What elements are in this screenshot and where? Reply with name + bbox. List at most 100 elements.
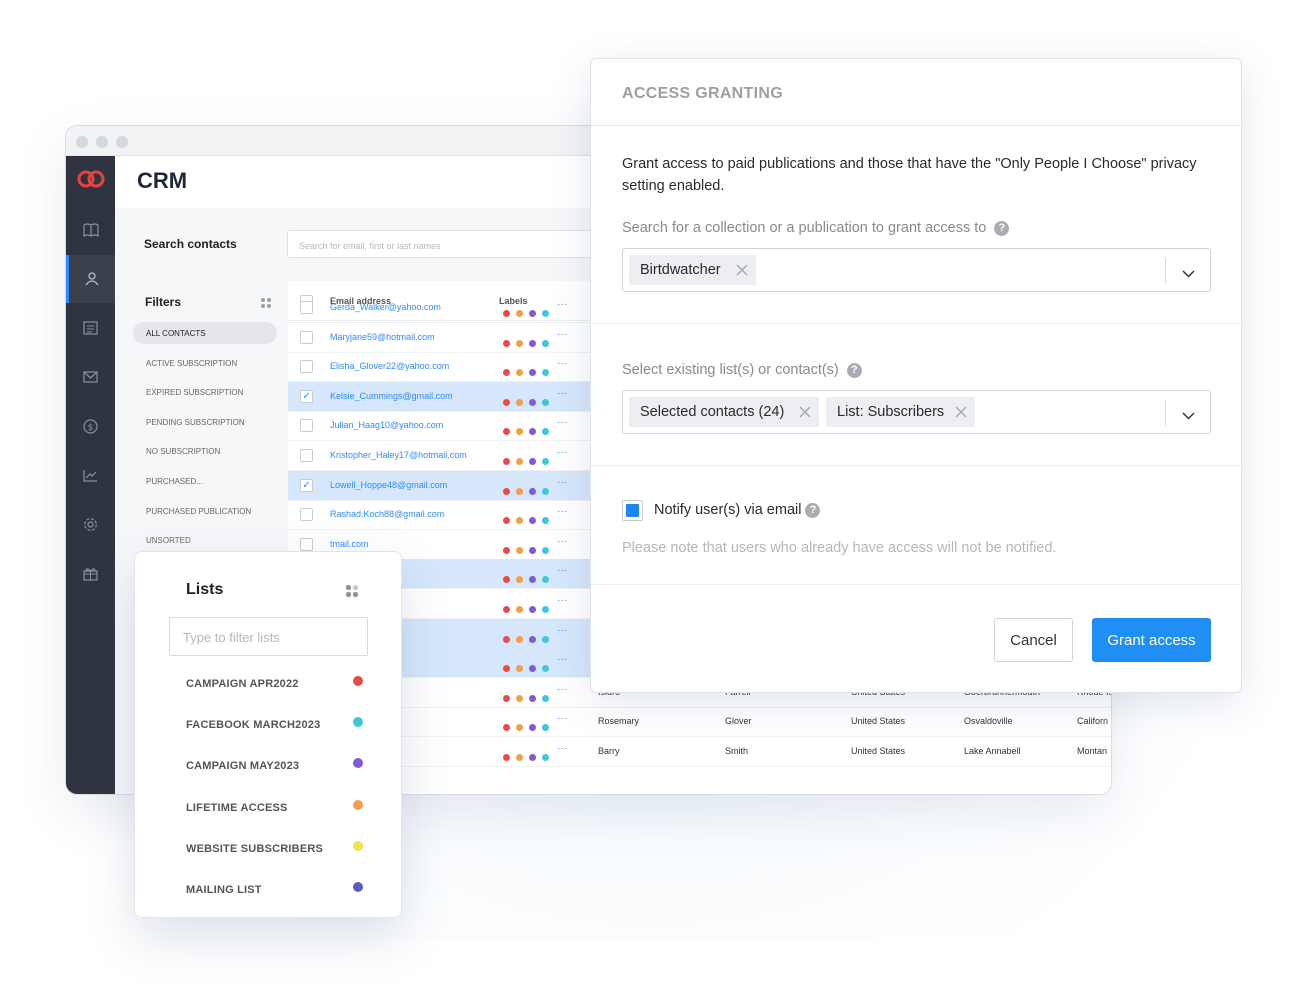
row-city: Lake Annabell	[964, 746, 1021, 756]
list-item[interactable]: CAMPAIGN APR2022	[186, 674, 366, 694]
remove-chip-icon[interactable]	[736, 264, 748, 280]
filter-item[interactable]: PURCHASED...	[133, 470, 277, 492]
table-row[interactable]: s@gmail.com···BarrySmithUnited StatesLak…	[288, 737, 1111, 767]
filter-item[interactable]: NO SUBSCRIPTION	[133, 440, 277, 462]
list-item[interactable]: LIFETIME ACCESS	[186, 798, 366, 818]
dollar-icon[interactable]: $	[66, 402, 115, 450]
list-item[interactable]: CAMPAIGN MAY2023	[186, 756, 366, 776]
label-dot	[503, 694, 510, 702]
label-dot	[542, 754, 549, 761]
book-icon[interactable]	[66, 206, 115, 254]
gear-icon[interactable]	[66, 500, 115, 548]
help-icon[interactable]: ?	[994, 221, 1010, 236]
row-checkbox[interactable]	[300, 508, 313, 522]
row-email[interactable]: Julian_Haag10@yahoo.com	[330, 420, 443, 430]
row-labels	[503, 393, 555, 411]
more-labels-button[interactable]: ···	[557, 536, 567, 547]
remove-chip-icon[interactable]	[799, 406, 811, 422]
lists-settings-icon[interactable]	[345, 584, 359, 603]
checkbox-fill	[626, 504, 639, 517]
more-labels-button[interactable]: ···	[557, 477, 567, 488]
gift-icon[interactable]	[66, 549, 115, 597]
list-item[interactable]: MAILING LIST	[186, 880, 366, 900]
row-labels	[503, 630, 555, 648]
filter-item[interactable]: PURCHASED PUBLICATION	[133, 500, 277, 522]
label-dot	[529, 754, 536, 761]
row-checkbox[interactable]	[300, 449, 313, 462]
label-dot	[503, 635, 510, 643]
label-dot	[542, 369, 549, 377]
help-icon[interactable]: ?	[805, 503, 821, 518]
filter-item[interactable]: PENDING SUBSCRIPTION	[133, 411, 277, 433]
more-labels-button[interactable]: ···	[557, 447, 567, 458]
label-dot	[516, 517, 523, 525]
help-icon[interactable]: ?	[846, 363, 862, 378]
row-checkbox[interactable]	[300, 537, 313, 551]
grant-access-button[interactable]: Grant access	[1092, 618, 1211, 662]
search-input[interactable]: Search for email, first or last names	[287, 230, 607, 258]
more-labels-button[interactable]: ···	[557, 684, 567, 695]
logo-icon[interactable]	[66, 168, 115, 194]
notify-label: Notify user(s) via email?	[654, 502, 821, 518]
row-checkbox[interactable]	[300, 301, 313, 314]
mail-icon[interactable]	[66, 353, 115, 401]
more-labels-button[interactable]: ···	[557, 654, 567, 665]
row-checkbox[interactable]	[300, 360, 313, 374]
filter-item[interactable]: EXPIRED SUBSCRIPTION	[133, 381, 277, 403]
chevron-down-icon[interactable]	[1182, 407, 1195, 425]
lists-filter-input[interactable]: Type to filter lists	[169, 617, 368, 656]
filter-item[interactable]: ALL CONTACTS	[133, 322, 277, 344]
list-icon[interactable]	[66, 304, 115, 352]
label-dot	[503, 517, 510, 525]
list-color-dot	[353, 840, 363, 851]
more-labels-button[interactable]: ···	[557, 565, 567, 576]
list-color-dot	[353, 717, 363, 728]
section-divider	[591, 465, 1241, 466]
more-labels-button[interactable]: ···	[557, 506, 567, 517]
row-email[interactable]: Maryjane59@hotmail.com	[330, 332, 435, 342]
more-labels-button[interactable]: ···	[557, 358, 567, 369]
remove-chip-icon[interactable]	[955, 406, 967, 422]
label-dot	[516, 665, 523, 673]
lists-contacts-select[interactable]: Selected contacts (24) List: Subscribers	[622, 390, 1211, 434]
row-email[interactable]: tmail.com	[330, 539, 369, 549]
chevron-down-icon[interactable]	[1182, 265, 1195, 283]
more-labels-button[interactable]: ···	[557, 625, 567, 636]
collection-select[interactable]: Birtdwatcher	[622, 248, 1211, 292]
more-labels-button[interactable]: ···	[557, 329, 567, 340]
label-dot	[529, 310, 536, 317]
row-email[interactable]: Kelsie_Cummings@gmail.com	[330, 391, 453, 401]
filter-item[interactable]: ACTIVE SUBSCRIPTION	[133, 352, 277, 374]
list-item-name: FACEBOOK MARCH2023	[186, 719, 321, 732]
row-email[interactable]: Gerda_Walker@yahoo.com	[330, 302, 441, 312]
list-color-dot	[353, 758, 363, 769]
filter-item[interactable]: UNSORTED	[133, 529, 277, 551]
list-item-name: WEBSITE SUBSCRIBERS	[186, 842, 324, 855]
more-labels-button[interactable]: ···	[557, 417, 567, 428]
collection-chip-label: Birtdwatcher	[640, 262, 721, 278]
table-row[interactable]: @yahoo.com···RosemaryGloverUnited States…	[288, 707, 1111, 738]
users-icon[interactable]	[66, 255, 115, 303]
more-labels-button[interactable]: ···	[557, 713, 567, 724]
row-email[interactable]: Rashad.Koch88@gmail.com	[330, 509, 444, 519]
list-item[interactable]: FACEBOOK MARCH2023	[186, 715, 366, 735]
more-labels-button[interactable]: ···	[557, 299, 567, 310]
more-labels-button[interactable]: ···	[557, 388, 567, 399]
chart-icon[interactable]	[66, 451, 115, 499]
row-email[interactable]: Lowell_Hoppe48@gmail.com	[330, 480, 447, 490]
row-email[interactable]: Elisha_Glover22@yahoo.com	[330, 361, 449, 371]
more-labels-button[interactable]: ···	[557, 743, 567, 754]
row-labels	[503, 689, 555, 707]
more-labels-button[interactable]: ···	[557, 595, 567, 606]
row-email[interactable]: Kristopher_Haley17@hotmail.com	[330, 450, 467, 460]
label-dot	[542, 694, 549, 702]
notify-checkbox[interactable]	[622, 500, 643, 521]
list-item[interactable]: WEBSITE SUBSCRIBERS	[186, 839, 366, 859]
cancel-button[interactable]: Cancel	[994, 618, 1073, 662]
row-checkbox[interactable]: ✓	[300, 389, 313, 403]
row-checkbox[interactable]	[300, 330, 313, 344]
filter-settings-icon[interactable]	[260, 296, 272, 314]
row-labels	[503, 304, 555, 322]
row-checkbox[interactable]	[300, 419, 313, 433]
row-checkbox[interactable]: ✓	[300, 478, 313, 492]
